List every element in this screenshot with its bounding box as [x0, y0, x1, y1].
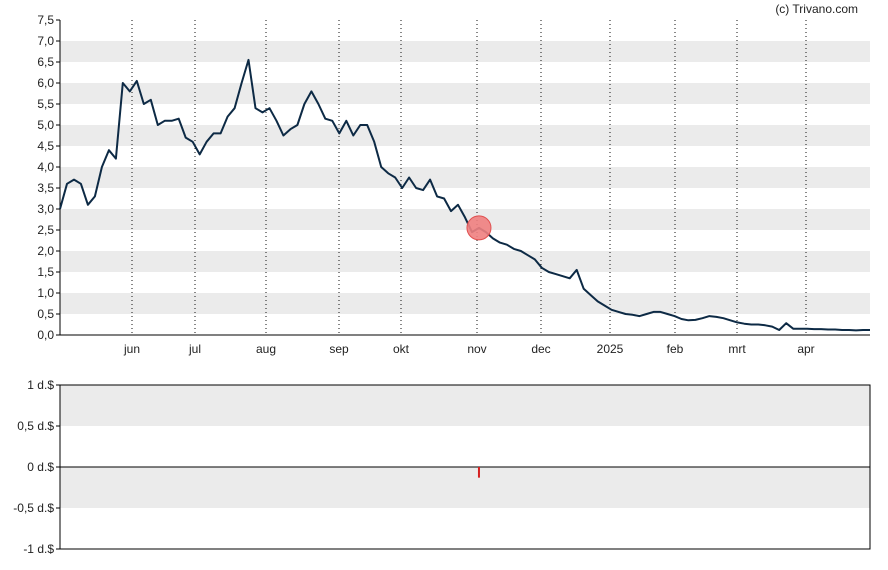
x-tick-label: jul	[188, 342, 201, 356]
y-tick-label: 4,5	[37, 139, 54, 153]
y-tick-label: 5,5	[37, 97, 54, 111]
x-tick-label: apr	[797, 342, 814, 356]
x-tick-label: 2025	[597, 342, 624, 356]
x-tick-label: jun	[123, 342, 140, 356]
volume-y-tick-label: 0,5 d.$	[17, 419, 54, 433]
price-band	[60, 293, 870, 314]
y-tick-label: 2,5	[37, 223, 54, 237]
y-tick-label: 1,5	[37, 265, 54, 279]
volume-y-tick-label: -0,5 d.$	[13, 501, 54, 515]
x-tick-label: mrt	[728, 342, 746, 356]
y-tick-label: 2,0	[37, 244, 54, 258]
volume-panel: 1 d.$ 0,5 d.$ 0 d.$ -0,5 d.$ -1 d.$	[13, 378, 871, 556]
volume-y-tick-label: 0 d.$	[27, 460, 54, 474]
volume-band	[60, 467, 870, 508]
x-tick-label: aug	[256, 342, 276, 356]
y-tick-label: 5,0	[37, 118, 54, 132]
y-tick-label: 0,0	[37, 328, 54, 342]
y-tick-label: 7,5	[37, 13, 54, 27]
price-band	[60, 251, 870, 272]
price-band	[60, 41, 870, 62]
y-tick-label: 6,0	[37, 76, 54, 90]
y-tick-label: 3,5	[37, 181, 54, 195]
event-marker	[466, 215, 492, 241]
chart-root: (c) Trivano.com jun jul aug sep okt nov dec 202…	[0, 0, 888, 565]
x-tick-label: feb	[667, 342, 684, 356]
volume-y-tick-label: 1 d.$	[27, 378, 54, 392]
chart-svg: jun jul aug sep okt nov dec 2025 feb mrt apr 0,0 0,5…	[13, 13, 871, 556]
y-tick-label: 7,0	[37, 34, 54, 48]
x-tick-label: sep	[329, 342, 349, 356]
x-tick-label: okt	[393, 342, 410, 356]
y-tick-label: 6,5	[37, 55, 54, 69]
price-band	[60, 167, 870, 188]
y-tick-label: 1,0	[37, 286, 54, 300]
price-band	[60, 83, 870, 104]
y-tick-label: 4,0	[37, 160, 54, 174]
x-tick-label: nov	[467, 342, 486, 356]
volume-band	[60, 385, 870, 426]
x-tick-label: dec	[531, 342, 550, 356]
credit-label: (c) Trivano.com	[775, 2, 858, 16]
y-tick-label: 3,0	[37, 202, 54, 216]
volume-y-tick-label: -1 d.$	[23, 542, 54, 556]
y-tick-label: 0,5	[37, 307, 54, 321]
price-panel: jun jul aug sep okt nov dec 2025 feb mrt apr 0,0 0,5…	[37, 13, 870, 356]
